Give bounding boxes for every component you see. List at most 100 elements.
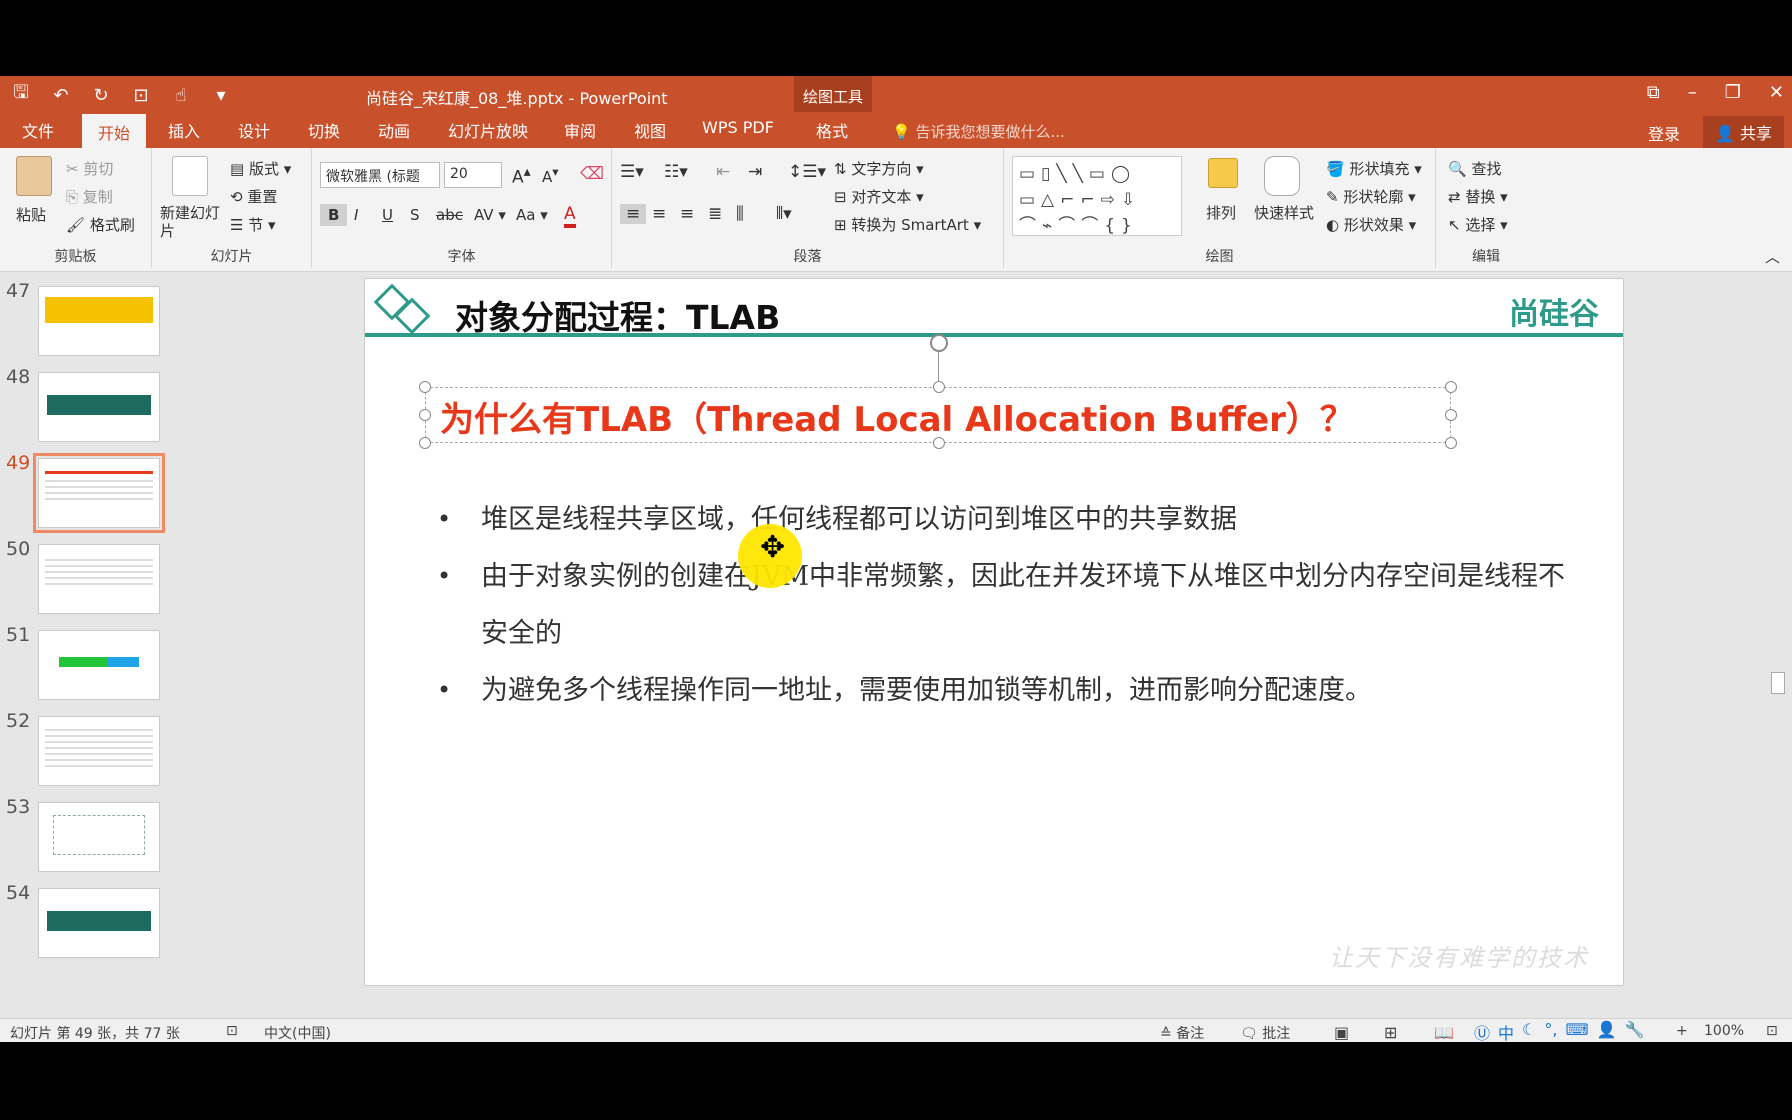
italic-icon[interactable]: I <box>354 206 358 224</box>
save-icon[interactable]: 🖫 <box>8 80 34 110</box>
increase-indent-icon[interactable]: ⇥ <box>748 162 762 182</box>
slide-thumbnail[interactable] <box>38 888 160 958</box>
slide-thumbnail[interactable] <box>38 372 160 442</box>
quick-styles-icon[interactable] <box>1264 156 1300 196</box>
paste-button[interactable]: 粘贴 <box>16 204 46 225</box>
slide-thumbnail[interactable] <box>38 716 160 786</box>
line-spacing-icon[interactable]: ↕☰▾ <box>788 162 826 182</box>
copy-button[interactable]: ⎘ 复制 <box>66 186 113 207</box>
font-color-icon[interactable]: A <box>564 204 576 228</box>
underline-icon[interactable]: U <box>382 206 393 224</box>
quick-styles-button[interactable]: 快速样式 <box>1254 202 1314 223</box>
shadow-icon[interactable]: S <box>410 206 420 224</box>
slide-scrollbar[interactable] <box>1762 272 1792 1018</box>
tab-format[interactable]: 格式 <box>816 118 848 142</box>
language-indicator[interactable]: 中文(中国) <box>264 1023 331 1042</box>
tab-animations[interactable]: 动画 <box>378 118 410 142</box>
present-icon[interactable]: ⊡ <box>128 85 154 106</box>
new-slide-button[interactable]: 新建幻灯片 <box>160 204 220 240</box>
tab-slideshow[interactable]: 幻灯片放映 <box>448 118 528 142</box>
shape-outline-button[interactable]: ✎ 形状轮廓 ▾ <box>1326 186 1416 207</box>
slide-thumbnail[interactable] <box>38 630 160 700</box>
font-size-select[interactable]: 20 <box>444 162 502 188</box>
bullets-icon[interactable]: ☰▾ <box>620 162 644 182</box>
cut-button[interactable]: ✂ 剪切 <box>66 158 113 179</box>
tab-review[interactable]: 审阅 <box>564 118 596 142</box>
shape-fill-button[interactable]: 🪣 形状填充 ▾ <box>1326 158 1422 179</box>
login-link[interactable]: 登录 <box>1648 121 1680 145</box>
notes-button[interactable]: ≙ 备注 <box>1160 1023 1204 1042</box>
resize-handle[interactable] <box>1445 437 1457 449</box>
layout-button[interactable]: ▤ 版式 ▾ <box>230 158 291 179</box>
slide-title[interactable]: 对象分配过程：TLAB <box>455 291 780 339</box>
slide-thumbnail[interactable] <box>38 286 160 356</box>
tab-wps-pdf[interactable]: WPS PDF <box>702 118 774 137</box>
share-button[interactable]: 👤 共享 <box>1702 116 1784 148</box>
change-case-icon[interactable]: Aa ▾ <box>516 206 548 224</box>
shape-effects-button[interactable]: ◐ 形状效果 ▾ <box>1326 214 1416 235</box>
touch-mode-icon[interactable]: ☝ <box>168 85 194 106</box>
replace-button[interactable]: ⇄ 替换 ▾ <box>1448 186 1508 207</box>
resize-handle[interactable] <box>933 437 945 449</box>
resize-handle[interactable] <box>419 381 431 393</box>
resize-handle[interactable] <box>1445 381 1457 393</box>
reading-view-icon[interactable]: 📖 <box>1434 1023 1454 1042</box>
ime-chinese-icon[interactable]: 中 <box>1498 1020 1514 1042</box>
format-painter-button[interactable]: 🖌 格式刷 <box>66 214 135 235</box>
decrease-font-icon[interactable]: A▾ <box>542 164 559 186</box>
spellcheck-icon[interactable]: ⊡ <box>226 1023 238 1039</box>
resize-handle[interactable] <box>419 409 431 421</box>
normal-view-icon[interactable]: ▣ <box>1334 1023 1349 1042</box>
ime-user-icon[interactable]: 👤 <box>1597 1020 1617 1042</box>
slide-thumbnail[interactable] <box>38 544 160 614</box>
ime-moon-icon[interactable]: ☾ <box>1522 1020 1536 1042</box>
ime-logo-icon[interactable]: Ⓤ <box>1474 1020 1490 1042</box>
text-direction-button[interactable]: ⇅ 文字方向 ▾ <box>834 158 924 179</box>
char-spacing-icon[interactable]: AV ▾ <box>474 206 506 224</box>
align-right-icon[interactable]: ≡ <box>680 204 694 224</box>
comments-button[interactable]: 🗨 批注 <box>1240 1023 1290 1042</box>
undo-icon[interactable]: ↶ <box>48 85 74 106</box>
slide-thumbnail-active[interactable] <box>33 453 165 533</box>
align-text-button[interactable]: ⊟ 对齐文本 ▾ <box>834 186 924 207</box>
convert-smartart-button[interactable]: ⊞ 转换为 SmartArt ▾ <box>834 214 981 235</box>
reset-button[interactable]: ⟲ 重置 <box>230 186 277 207</box>
ime-tools-icon[interactable]: 🔧 <box>1624 1020 1644 1042</box>
zoom-level[interactable]: 100% <box>1704 1023 1744 1039</box>
strikethrough-icon[interactable]: abc <box>436 206 463 224</box>
columns-icon[interactable]: ⫴▾ <box>776 204 792 224</box>
customize-qat-icon[interactable]: ▾ <box>208 85 234 106</box>
scrollbar-thumb[interactable] <box>1771 672 1785 694</box>
arrange-button[interactable]: 排列 <box>1206 202 1236 223</box>
section-button[interactable]: ☰ 节 ▾ <box>230 214 276 235</box>
fit-to-window-icon[interactable]: ⊡ <box>1766 1023 1778 1039</box>
tab-transitions[interactable]: 切换 <box>308 118 340 142</box>
resize-handle[interactable] <box>933 381 945 393</box>
ime-keyboard-icon[interactable]: ⌨ <box>1565 1020 1588 1042</box>
restore-icon[interactable]: ❐ <box>1725 82 1741 103</box>
arrange-icon[interactable] <box>1208 158 1238 188</box>
shapes-gallery[interactable]: ▭▯╲╲▭◯ ▭△⌐⌐⇨⇩ ⌒⌁⌒⌒{} <box>1012 156 1182 236</box>
slide-thumbnail[interactable] <box>38 802 160 872</box>
find-button[interactable]: 🔍 查找 <box>1448 158 1501 179</box>
font-family-select[interactable]: 微软雅黑 (标题 <box>320 162 440 188</box>
collapse-ribbon-icon[interactable]: ︿ <box>1765 246 1780 267</box>
numbering-icon[interactable]: ☷▾ <box>664 162 688 182</box>
slide-headline[interactable]: 为什么有TLAB（Thread Local Allocation Buffer）… <box>440 392 1354 441</box>
paste-icon[interactable] <box>16 156 52 196</box>
decrease-indent-icon[interactable]: ⇤ <box>716 162 730 182</box>
distribute-icon[interactable]: ⫼ <box>736 204 744 224</box>
resize-handle[interactable] <box>419 437 431 449</box>
bold-icon[interactable]: B <box>320 204 348 226</box>
tab-home[interactable]: 开始 <box>82 114 147 148</box>
close-icon[interactable]: ✕ <box>1769 82 1784 103</box>
new-slide-icon[interactable] <box>172 156 208 196</box>
tab-insert[interactable]: 插入 <box>168 118 200 142</box>
tab-view[interactable]: 视图 <box>634 118 666 142</box>
ime-punctuation-icon[interactable]: °, <box>1544 1020 1557 1042</box>
select-button[interactable]: ↖ 选择 ▾ <box>1448 214 1508 235</box>
justify-icon[interactable]: ≣ <box>708 204 722 224</box>
tell-me-search[interactable]: 💡 告诉我您想要做什么... <box>892 121 1065 142</box>
headline-textbox[interactable]: 为什么有TLAB（Thread Local Allocation Buffer）… <box>419 334 1457 449</box>
rotate-handle-icon[interactable] <box>930 334 948 352</box>
